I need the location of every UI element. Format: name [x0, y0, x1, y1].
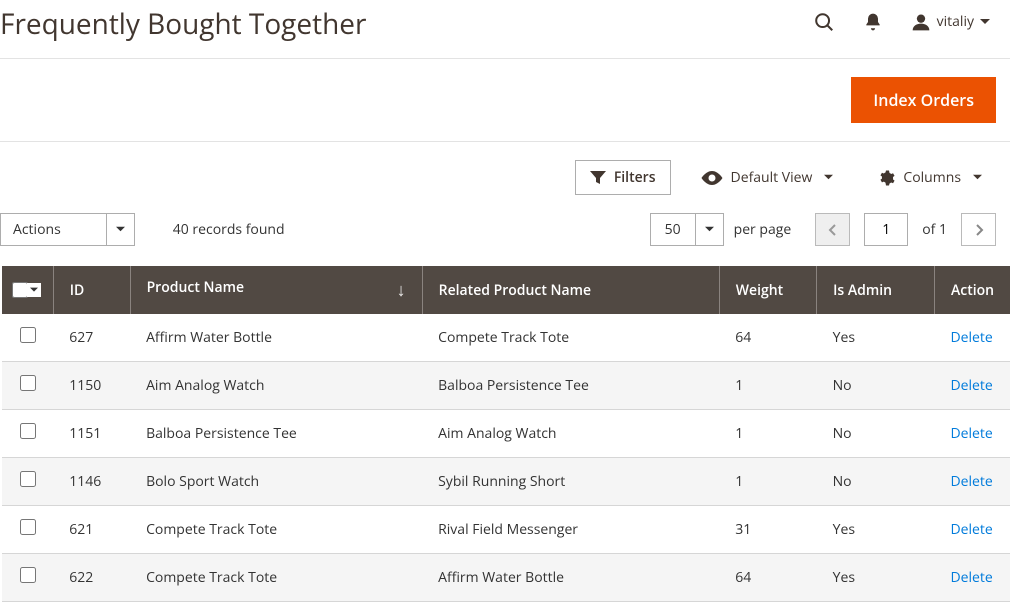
actions-dropdown[interactable]: Actions — [0, 213, 135, 246]
cell-product-name: Affirm Water Bottle — [130, 314, 422, 362]
cell-id: 1150 — [53, 362, 130, 410]
cell-product-name: Bolo Sport Watch — [130, 458, 422, 506]
table-row: 1150Aim Analog WatchBalboa Persistence T… — [2, 362, 1010, 410]
cell-weight: 1 — [719, 458, 816, 506]
cell-product-name: Compete Track Tote — [130, 506, 422, 554]
col-product-name[interactable]: Product Name ↓ — [130, 266, 422, 314]
caret-down-icon — [106, 214, 134, 245]
cell-is-admin: Yes — [817, 506, 935, 554]
cell-product-name: Aim Analog Watch — [130, 362, 422, 410]
cell-weight: 64 — [719, 554, 816, 602]
cell-related-product-name: Compete Track Tote — [422, 314, 719, 362]
col-checkbox — [2, 266, 53, 314]
cell-id: 1151 — [53, 410, 130, 458]
row-checkbox[interactable] — [20, 327, 36, 343]
page-input[interactable] — [864, 213, 908, 246]
per-page-value: 50 — [651, 220, 695, 239]
cell-product-name: Balboa Persistence Tee — [130, 410, 422, 458]
cell-related-product-name: Aim Analog Watch — [422, 410, 719, 458]
delete-link[interactable]: Delete — [950, 424, 992, 443]
cell-id: 621 — [53, 506, 130, 554]
page-of: of 1 — [922, 220, 947, 239]
filters-label: Filters — [614, 168, 656, 187]
cell-weight: 1 — [719, 362, 816, 410]
cell-related-product-name: Balboa Persistence Tee — [422, 362, 719, 410]
chevron-left-icon — [828, 224, 838, 236]
next-page-button[interactable] — [961, 213, 996, 246]
delete-link[interactable]: Delete — [950, 568, 992, 587]
prev-page-button[interactable] — [815, 213, 850, 246]
row-checkbox[interactable] — [20, 519, 36, 535]
caret-down-icon — [973, 173, 982, 182]
actions-label: Actions — [1, 220, 106, 239]
gear-icon — [877, 169, 895, 187]
table-row: 1146Bolo Sport WatchSybil Running Short1… — [2, 458, 1010, 506]
row-checkbox[interactable] — [20, 423, 36, 439]
columns-label: Columns — [903, 168, 961, 187]
row-checkbox[interactable] — [20, 471, 36, 487]
notifications-icon[interactable] — [863, 12, 883, 32]
table-row: 627Affirm Water BottleCompete Track Tote… — [2, 314, 1010, 362]
table-row: 621Compete Track ToteRival Field Messeng… — [2, 506, 1010, 554]
records-found: 40 records found — [173, 220, 285, 239]
eye-icon — [701, 171, 723, 185]
user-name: vitaliy — [937, 12, 974, 31]
row-checkbox[interactable] — [20, 375, 36, 391]
cell-id: 627 — [53, 314, 130, 362]
cell-is-admin: No — [817, 458, 935, 506]
chevron-right-icon — [974, 224, 984, 236]
delete-link[interactable]: Delete — [950, 520, 992, 539]
cell-is-admin: Yes — [817, 554, 935, 602]
funnel-icon — [590, 171, 606, 185]
user-menu[interactable]: vitaliy — [911, 12, 990, 32]
col-weight[interactable]: Weight — [719, 266, 816, 314]
col-is-admin[interactable]: Is Admin — [817, 266, 935, 314]
table-row: 1151Balboa Persistence TeeAim Analog Wat… — [2, 410, 1010, 458]
delete-link[interactable]: Delete — [950, 328, 992, 347]
row-checkbox[interactable] — [20, 567, 36, 583]
caret-down-icon — [980, 17, 990, 27]
per-page-label: per page — [734, 220, 792, 239]
col-related-product-name[interactable]: Related Product Name — [422, 266, 719, 314]
page-title: Frequently Bought Together — [0, 0, 366, 43]
user-icon — [911, 12, 931, 32]
default-view-dropdown[interactable]: Default View — [687, 161, 848, 194]
delete-link[interactable]: Delete — [950, 472, 992, 491]
col-product-name-label: Product Name — [147, 278, 244, 297]
filters-button[interactable]: Filters — [575, 160, 671, 195]
cell-id: 1146 — [53, 458, 130, 506]
columns-dropdown[interactable]: Columns — [863, 161, 996, 194]
select-mode-dropdown[interactable] — [27, 283, 41, 297]
col-action: Action — [934, 266, 1010, 314]
index-orders-button[interactable]: Index Orders — [851, 77, 996, 123]
cell-id: 622 — [53, 554, 130, 602]
search-icon[interactable] — [813, 11, 835, 33]
per-page-select[interactable]: 50 — [650, 213, 724, 246]
cell-is-admin: Yes — [817, 314, 935, 362]
caret-down-icon — [695, 214, 723, 245]
cell-related-product-name: Affirm Water Bottle — [422, 554, 719, 602]
sort-asc-icon: ↓ — [397, 278, 406, 302]
cell-weight: 64 — [719, 314, 816, 362]
delete-link[interactable]: Delete — [950, 376, 992, 395]
caret-down-icon — [824, 173, 833, 182]
table-row: 622Compete Track ToteAffirm Water Bottle… — [2, 554, 1010, 602]
default-view-label: Default View — [731, 168, 813, 187]
cell-product-name: Compete Track Tote — [130, 554, 422, 602]
col-id[interactable]: ID — [53, 266, 130, 314]
cell-is-admin: No — [817, 362, 935, 410]
cell-weight: 31 — [719, 506, 816, 554]
data-table: ID Product Name ↓ Related Product Name We… — [2, 266, 1010, 602]
select-all-checkbox[interactable] — [12, 282, 28, 298]
cell-is-admin: No — [817, 410, 935, 458]
cell-weight: 1 — [719, 410, 816, 458]
cell-related-product-name: Sybil Running Short — [422, 458, 719, 506]
cell-related-product-name: Rival Field Messenger — [422, 506, 719, 554]
